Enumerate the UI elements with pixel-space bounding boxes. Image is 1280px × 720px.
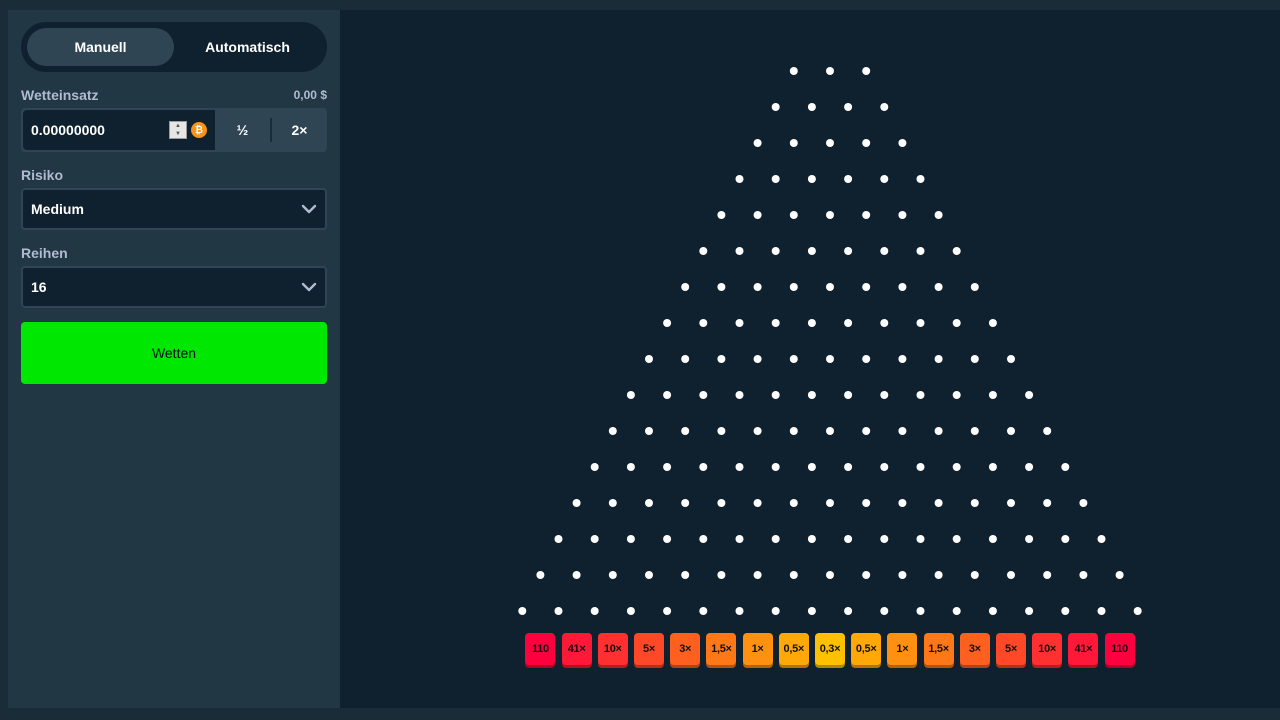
rows-select[interactable]: 16 — [21, 266, 327, 308]
mode-toggle: Manuell Automatisch — [21, 22, 327, 72]
multiplier-slot: 1× — [887, 633, 918, 665]
multiplier-slot: 10× — [597, 633, 628, 665]
multiplier-slot: 1,5× — [706, 633, 737, 665]
multiplier-slot: 10× — [1032, 633, 1063, 665]
multiplier-slot: 0,5× — [778, 633, 809, 665]
bet-amount-label: Wetteinsatz — [21, 87, 99, 103]
chevron-down-icon — [301, 204, 317, 214]
multiplier-slot: 5× — [996, 633, 1026, 665]
multiplier-slot: 110 — [525, 633, 556, 665]
risk-select-value: Medium — [31, 201, 84, 217]
risk-select[interactable]: Medium — [21, 188, 327, 230]
place-bet-button[interactable]: Wetten — [21, 322, 327, 384]
bet-amount-header: Wetteinsatz 0,00 $ — [21, 86, 327, 104]
multiplier-slot: 41× — [561, 633, 592, 665]
multiplier-slot: 1,5× — [923, 633, 954, 665]
double-bet-button[interactable]: 2× — [272, 108, 327, 152]
multiplier-slot: 41× — [1068, 633, 1099, 665]
tab-manual[interactable]: Manuell — [27, 28, 174, 66]
bet-amount-row: ▲ ▼ ₿ ½ 2× — [21, 108, 327, 152]
risk-label: Risiko — [21, 167, 64, 183]
bet-amount-input[interactable] — [31, 122, 169, 138]
stepper-down-icon[interactable]: ▼ — [170, 130, 186, 138]
bitcoin-icon: ₿ — [191, 122, 207, 138]
plinko-app: Manuell Automatisch Wetteinsatz 0,00 $ ▲… — [8, 10, 1280, 708]
multiplier-slot: 0,5× — [851, 633, 882, 665]
bet-amount-stepper[interactable]: ▲ ▼ — [169, 121, 187, 139]
risk-header: Risiko — [21, 166, 327, 184]
bet-amount-fiat: 0,00 $ — [293, 88, 327, 102]
plinko-board: 110 41× 10× 5× 3× 1,5× 1× 0,5× 0,3× 0,5× 1× 1,5× 3× 5… — [340, 10, 1280, 708]
half-bet-button[interactable]: ½ — [215, 108, 270, 152]
multiplier-slot: 0,3× — [815, 633, 845, 665]
rows-select-value: 16 — [31, 279, 47, 295]
bet-input-wrapper: ▲ ▼ ₿ — [23, 110, 215, 150]
multiplier-slot: 1× — [742, 633, 773, 665]
multiplier-slot: 110 — [1104, 633, 1135, 665]
multiplier-slot: 5× — [634, 633, 664, 665]
rows-header: Reihen — [21, 244, 327, 262]
bet-sidebar: Manuell Automatisch Wetteinsatz 0,00 $ ▲… — [8, 10, 340, 708]
rows-label: Reihen — [21, 245, 68, 261]
multiplier-row: 110 41× 10× 5× 3× 1,5× 1× 0,5× 0,3× 0,5× 1× 1,5× 3× 5… — [340, 10, 1280, 708]
stepper-up-icon[interactable]: ▲ — [170, 122, 186, 130]
multiplier-slot: 3× — [670, 633, 701, 665]
tab-auto[interactable]: Automatisch — [174, 28, 321, 66]
multiplier-slot: 3× — [959, 633, 990, 665]
chevron-down-icon — [301, 282, 317, 292]
